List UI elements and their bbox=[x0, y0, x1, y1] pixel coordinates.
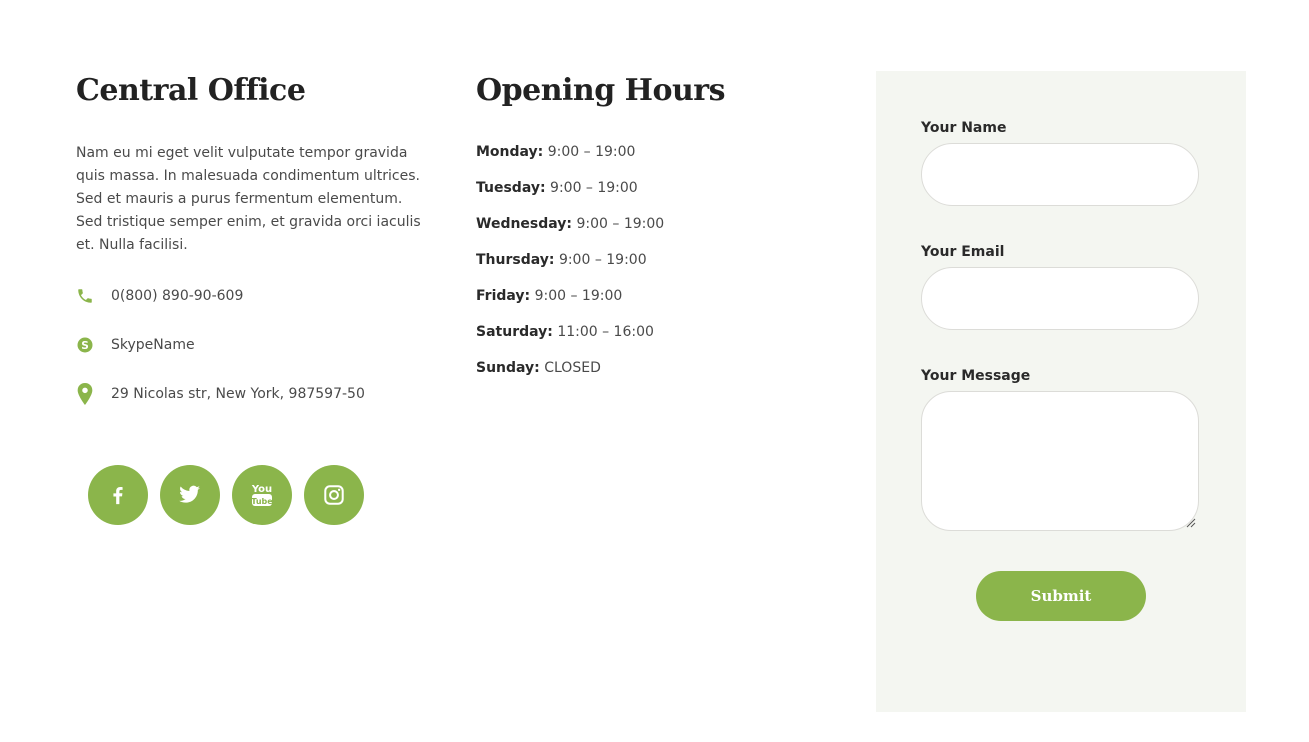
facebook-icon bbox=[113, 487, 123, 505]
twitter-icon bbox=[179, 485, 200, 503]
phone-icon bbox=[76, 285, 94, 307]
hours-row-saturday: Saturday: 11:00 – 16:00 bbox=[476, 322, 654, 342]
office-title: Central Office bbox=[76, 73, 306, 108]
message-label: Your Message bbox=[921, 368, 1031, 384]
hours-row-monday: Monday: 9:00 – 19:00 bbox=[476, 142, 635, 162]
contact-form: Your Name Your Email Your Message Submit bbox=[876, 71, 1246, 712]
day-label: Sunday: bbox=[476, 360, 540, 376]
submit-button[interactable]: Submit bbox=[976, 571, 1146, 621]
hours-row-wednesday: Wednesday: 9:00 – 19:00 bbox=[476, 214, 664, 234]
office-description: Nam eu mi eget velit vulputate tempor gr… bbox=[76, 145, 421, 253]
day-time: 11:00 – 16:00 bbox=[557, 324, 654, 340]
day-time: 9:00 – 19:00 bbox=[534, 288, 623, 304]
phone-number: 0(800) 890-90-609 bbox=[111, 288, 244, 304]
hours-title: Opening Hours bbox=[476, 73, 726, 108]
message-textarea[interactable] bbox=[921, 391, 1199, 531]
address-contact: 29 Nicolas str, New York, 987597-50 bbox=[76, 382, 365, 406]
name-input[interactable] bbox=[921, 143, 1199, 206]
day-label: Wednesday: bbox=[476, 216, 573, 232]
youtube-button[interactable]: You Tube bbox=[232, 465, 292, 525]
day-time: 9:00 – 19:00 bbox=[547, 144, 636, 160]
day-label: Friday: bbox=[476, 288, 531, 304]
skype-contact: S SkypeName bbox=[76, 333, 195, 357]
youtube-icon: You Tube bbox=[251, 484, 273, 506]
youtube-icon-text-you: You bbox=[251, 484, 272, 495]
day-time: 9:00 – 19:00 bbox=[550, 180, 638, 196]
day-time: 9:00 – 19:00 bbox=[558, 252, 647, 268]
phone-contact: 0(800) 890-90-609 bbox=[76, 284, 243, 308]
youtube-icon-text-tube: Tube bbox=[251, 497, 273, 506]
social-links: You Tube bbox=[88, 465, 364, 525]
day-label: Monday: bbox=[476, 144, 544, 160]
hours-row-sunday: Sunday: CLOSED bbox=[476, 358, 601, 378]
email-label: Your Email bbox=[921, 244, 1005, 260]
email-input[interactable] bbox=[921, 267, 1199, 330]
skype-icon: S bbox=[76, 334, 94, 356]
skype-name: SkypeName bbox=[111, 337, 195, 353]
day-label: Tuesday: bbox=[476, 180, 546, 196]
location-pin-icon bbox=[76, 383, 94, 405]
day-label: Saturday: bbox=[476, 324, 553, 340]
svg-text:S: S bbox=[81, 340, 89, 352]
day-time: 9:00 – 19:00 bbox=[576, 216, 665, 232]
day-time: CLOSED bbox=[544, 360, 601, 376]
address-text: 29 Nicolas str, New York, 987597-50 bbox=[111, 386, 365, 402]
resize-handle-icon[interactable] bbox=[1186, 518, 1196, 528]
instagram-icon bbox=[324, 485, 344, 505]
facebook-button[interactable] bbox=[88, 465, 148, 525]
instagram-button[interactable] bbox=[304, 465, 364, 525]
hours-row-friday: Friday: 9:00 – 19:00 bbox=[476, 286, 622, 306]
twitter-button[interactable] bbox=[160, 465, 220, 525]
day-label: Thursday: bbox=[476, 252, 555, 268]
name-label: Your Name bbox=[921, 120, 1007, 136]
hours-row-tuesday: Tuesday: 9:00 – 19:00 bbox=[476, 178, 638, 198]
hours-row-thursday: Thursday: 9:00 – 19:00 bbox=[476, 250, 647, 270]
